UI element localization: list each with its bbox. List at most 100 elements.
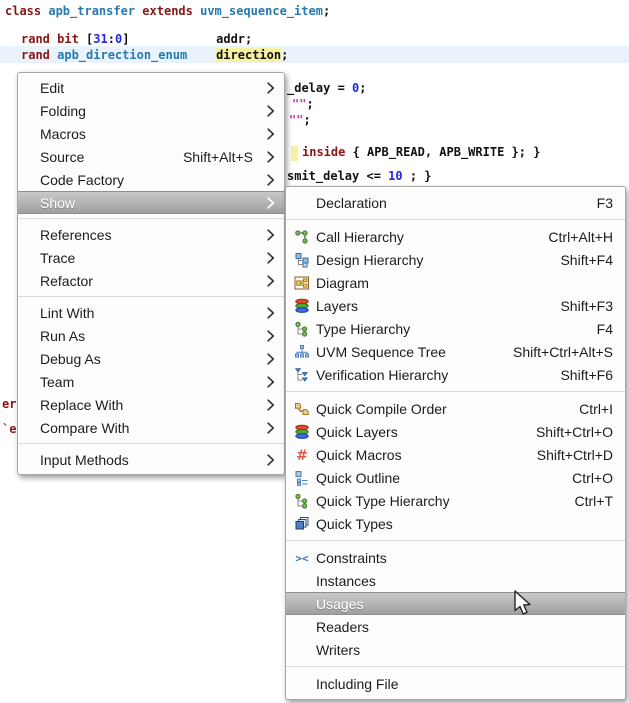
menu-item-label: Compare With bbox=[40, 420, 129, 436]
context-menu-item-run-as[interactable]: Run As bbox=[18, 324, 284, 347]
menu-separator bbox=[18, 296, 284, 297]
context-menu-item-trace[interactable]: Trace bbox=[18, 246, 284, 269]
context-menu-item-edit[interactable]: Edit bbox=[18, 76, 284, 99]
show-submenu-item-uvm-sequence-tree[interactable]: UVM Sequence TreeShift+Ctrl+Alt+S bbox=[286, 340, 625, 363]
submenu-arrow-icon bbox=[265, 399, 275, 411]
menu-item-label: Quick Macros bbox=[316, 447, 402, 463]
context-menu-item-compare-with[interactable]: Compare With bbox=[18, 416, 284, 439]
submenu-arrow-icon bbox=[265, 376, 275, 388]
menu-item-label: Lint With bbox=[40, 305, 94, 321]
type-hierarchy-icon bbox=[293, 321, 310, 337]
menu-item-label: References bbox=[40, 227, 112, 243]
context-menu-item-references[interactable]: References bbox=[18, 223, 284, 246]
menu-item-label: Quick Types bbox=[316, 516, 393, 532]
context-menu-item-debug-as[interactable]: Debug As bbox=[18, 347, 284, 370]
show-submenu-item-quick-types[interactable]: Quick Types bbox=[286, 512, 625, 535]
quick-compile-order-icon bbox=[293, 401, 310, 417]
layers-icon bbox=[293, 298, 310, 314]
menu-item-shortcut: Shift+F4 bbox=[560, 252, 616, 268]
code-frag-string2: ""; bbox=[289, 112, 311, 128]
show-submenu-item-call-hierarchy[interactable]: Call Hierarchy Ctrl+Alt+H bbox=[286, 225, 625, 248]
context-menu-item-replace-with[interactable]: Replace With bbox=[18, 393, 284, 416]
show-submenu-item-design-hierarchy[interactable]: Design HierarchyShift+F4 bbox=[286, 248, 625, 271]
quick-layers-icon bbox=[293, 424, 310, 440]
show-submenu-item-diagram[interactable]: Diagram bbox=[286, 271, 625, 294]
menu-item-label: Trace bbox=[40, 250, 75, 266]
code-line-addr: rand bit [31:0] addr; bbox=[21, 31, 252, 47]
show-submenu-item-including-file[interactable]: Including File bbox=[286, 672, 625, 695]
menu-item-label: Refactor bbox=[40, 273, 93, 289]
submenu-arrow-icon bbox=[265, 330, 275, 342]
uvm-sequence-tree-icon bbox=[293, 344, 310, 360]
show-submenu-item-instances[interactable]: Instances bbox=[286, 569, 625, 592]
quick-types-icon bbox=[293, 516, 310, 532]
code-frag-inside: inside { APB_READ, APB_WRITE }; } bbox=[302, 144, 540, 160]
show-submenu-item-type-hierarchy[interactable]: Type HierarchyF4 bbox=[286, 317, 625, 340]
menu-item-label: Team bbox=[40, 374, 74, 390]
menu-item-shortcut: Shift+Ctrl+Alt+S bbox=[513, 344, 616, 360]
show-submenu-item-quick-compile-order[interactable]: Quick Compile OrderCtrl+I bbox=[286, 397, 625, 420]
menu-item-shortcut: Ctrl+Alt+H bbox=[548, 229, 616, 245]
menu-item-shortcut: F4 bbox=[597, 321, 616, 337]
context-menu-item-source[interactable]: SourceShift+Alt+S bbox=[18, 145, 284, 168]
submenu-arrow-icon bbox=[265, 229, 275, 241]
submenu-arrow-icon bbox=[265, 275, 275, 287]
context-menu-item-macros[interactable]: Macros bbox=[18, 122, 284, 145]
submenu-arrow-icon bbox=[265, 82, 275, 94]
menu-item-label: Instances bbox=[316, 573, 376, 589]
submenu-arrow-icon bbox=[265, 151, 275, 163]
menu-separator bbox=[286, 540, 625, 541]
show-submenu-item-writers[interactable]: Writers bbox=[286, 638, 625, 661]
show-submenu-item-usages[interactable]: Usages bbox=[286, 592, 625, 615]
submenu-arrow-icon bbox=[265, 105, 275, 117]
menu-separator bbox=[286, 219, 625, 220]
context-menu-item-team[interactable]: Team bbox=[18, 370, 284, 393]
show-submenu-item-declaration[interactable]: Declaration F3 bbox=[286, 191, 625, 214]
context-menu-item-lint-with[interactable]: Lint With bbox=[18, 301, 284, 324]
mouse-cursor bbox=[513, 590, 537, 618]
menu-item-label: Quick Outline bbox=[316, 470, 400, 486]
context-menu-item-refactor[interactable]: Refactor bbox=[18, 269, 284, 292]
menu-item-label: Usages bbox=[316, 596, 363, 612]
submenu-arrow-icon bbox=[265, 197, 275, 209]
quick-outline-icon bbox=[293, 470, 310, 486]
show-submenu-item-quick-layers[interactable]: Quick LayersShift+Ctrl+O bbox=[286, 420, 625, 443]
show-submenu-item-quick-macros[interactable]: #Quick MacrosShift+Ctrl+D bbox=[286, 443, 625, 466]
submenu-arrow-icon bbox=[265, 353, 275, 365]
submenu-arrow-icon bbox=[265, 307, 275, 319]
show-submenu-item-constraints[interactable]: ><Constraints bbox=[286, 546, 625, 569]
submenu-arrow-icon bbox=[265, 252, 275, 264]
menu-item-shortcut: F3 bbox=[597, 195, 616, 211]
context-menu-item-show[interactable]: Show bbox=[18, 191, 284, 214]
menu-separator bbox=[286, 391, 625, 392]
menu-item-label: Layers bbox=[316, 298, 358, 314]
menu-item-label: Constraints bbox=[316, 550, 387, 566]
show-submenu-item-quick-type-hierarchy[interactable]: Quick Type HierarchyCtrl+T bbox=[286, 489, 625, 512]
menu-item-label: Debug As bbox=[40, 351, 101, 367]
menu-item-label: Call Hierarchy bbox=[316, 229, 404, 245]
show-submenu-item-verification-hierarchy[interactable]: Verification HierarchyShift+F6 bbox=[286, 363, 625, 386]
menu-item-label: Run As bbox=[40, 328, 85, 344]
context-menu-item-code-factory[interactable]: Code Factory bbox=[18, 168, 284, 191]
menu-item-label: Macros bbox=[40, 126, 86, 142]
svg-text:#: # bbox=[296, 448, 308, 463]
show-submenu-item-quick-outline[interactable]: Quick OutlineCtrl+O bbox=[286, 466, 625, 489]
code-frag-left-er: er bbox=[2, 396, 16, 412]
menu-separator bbox=[18, 443, 284, 444]
menu-separator bbox=[18, 218, 284, 219]
menu-item-label: Including File bbox=[316, 676, 399, 692]
code-frag-left-tick: `e bbox=[2, 421, 16, 437]
show-submenu-item-layers[interactable]: Layers Shift+F3 bbox=[286, 294, 625, 317]
call-hierarchy-icon bbox=[293, 229, 310, 245]
menu-item-shortcut: Shift+Ctrl+O bbox=[536, 424, 616, 440]
show-submenu-item-readers[interactable]: Readers bbox=[286, 615, 625, 638]
context-menu-item-folding[interactable]: Folding bbox=[18, 99, 284, 122]
menu-item-shortcut: Shift+F3 bbox=[560, 298, 616, 314]
context-menu-item-input-methods[interactable]: Input Methods bbox=[18, 448, 284, 471]
menu-item-shortcut: Ctrl+I bbox=[579, 401, 616, 417]
code-line-direction: rand apb_direction_enum direction; bbox=[21, 47, 288, 63]
menu-item-label: Folding bbox=[40, 103, 86, 119]
menu-item-label: Diagram bbox=[316, 275, 369, 291]
menu-item-label: Code Factory bbox=[40, 172, 124, 188]
menu-item-label: Declaration bbox=[316, 195, 387, 211]
